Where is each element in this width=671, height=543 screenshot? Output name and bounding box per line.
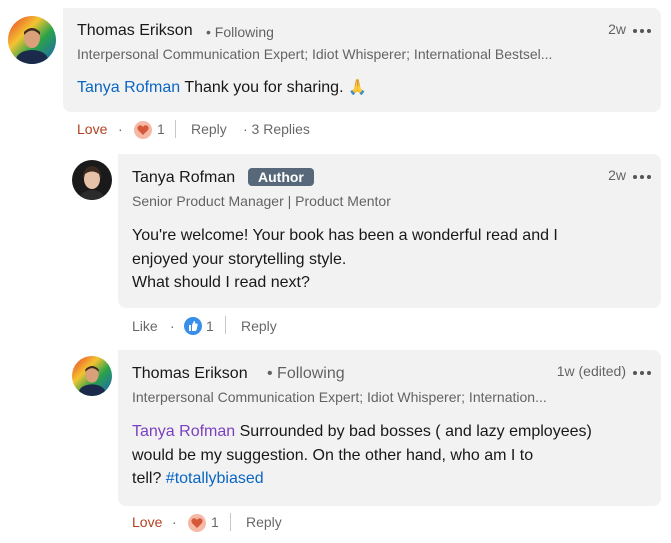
reply-author-name[interactable]: Tanya Rofman [132, 169, 235, 187]
like-button[interactable]: Like [132, 318, 158, 334]
avatar-thomas-erikson[interactable] [8, 16, 56, 64]
reply-author-name[interactable]: Thomas Erikson [132, 365, 248, 383]
reply-text-line: tell? [132, 470, 166, 487]
reply-button[interactable]: Reply [191, 121, 227, 137]
action-divider [225, 316, 226, 334]
action-divider [230, 513, 231, 531]
thumbs-up-reaction-icon[interactable] [184, 317, 202, 335]
reply-text: Tanya Rofman Surrounded by bad bosses ( … [132, 420, 652, 491]
more-options-icon[interactable] [633, 172, 653, 182]
reaction-count[interactable]: 1 [211, 514, 219, 530]
hashtag-link[interactable]: #totallybiased [166, 470, 264, 487]
comment-text: Tanya Rofman Thank you for sharing. 🙏 [77, 76, 637, 100]
reply-button[interactable]: Reply [241, 318, 277, 334]
love-button[interactable]: Love [77, 121, 107, 137]
following-status: • Following [206, 24, 274, 40]
reply-button[interactable]: Reply [246, 514, 282, 530]
reply-timestamp: 1w (edited) [556, 363, 626, 379]
reaction-count[interactable]: 1 [157, 121, 165, 137]
love-button[interactable]: Love [132, 514, 162, 530]
following-status: • Following [267, 365, 345, 382]
avatar-thomas-erikson[interactable] [72, 356, 112, 396]
reply-text-line: enjoyed your storytelling style. [132, 250, 347, 268]
author-headline: Senior Product Manager | Product Mentor [132, 193, 391, 209]
more-options-icon[interactable] [633, 368, 653, 378]
reply-text-line: What should I read next? [132, 274, 310, 291]
author-headline: Interpersonal Communication Expert; Idio… [132, 389, 547, 405]
reply-text: You're welcome! Your book has been a won… [132, 224, 652, 295]
heart-reaction-icon[interactable] [134, 121, 152, 139]
more-options-icon[interactable] [633, 26, 653, 36]
avatar-tanya-rofman[interactable] [72, 160, 112, 200]
reaction-count[interactable]: 1 [206, 318, 214, 334]
pray-emoji-icon: 🙏 [347, 79, 367, 96]
separator-dot: · [172, 514, 177, 530]
separator-dot: · [118, 121, 123, 137]
action-divider [175, 120, 176, 138]
comment-timestamp: 2w [608, 21, 626, 37]
reply-text-line: would be my suggestion. On the other han… [132, 446, 534, 464]
author-headline: Interpersonal Communication Expert; Idio… [77, 46, 553, 62]
view-replies-link[interactable]: · 3 Replies [243, 121, 310, 137]
mention-link[interactable]: Tanya Rofman [132, 423, 235, 440]
author-badge: Author [248, 168, 314, 186]
reply-text-line: You're welcome! Your book has been a won… [132, 227, 558, 244]
comment-author-name[interactable]: Thomas Erikson [77, 22, 193, 40]
reply-timestamp: 2w [608, 167, 626, 183]
mention-link[interactable]: Tanya Rofman [77, 79, 180, 96]
separator-dot: · [170, 318, 175, 334]
comment-text-content: Thank you for sharing. [180, 79, 344, 96]
heart-reaction-icon[interactable] [188, 514, 206, 532]
reply-text-line: Surrounded by bad bosses ( and lazy empl… [235, 423, 592, 440]
